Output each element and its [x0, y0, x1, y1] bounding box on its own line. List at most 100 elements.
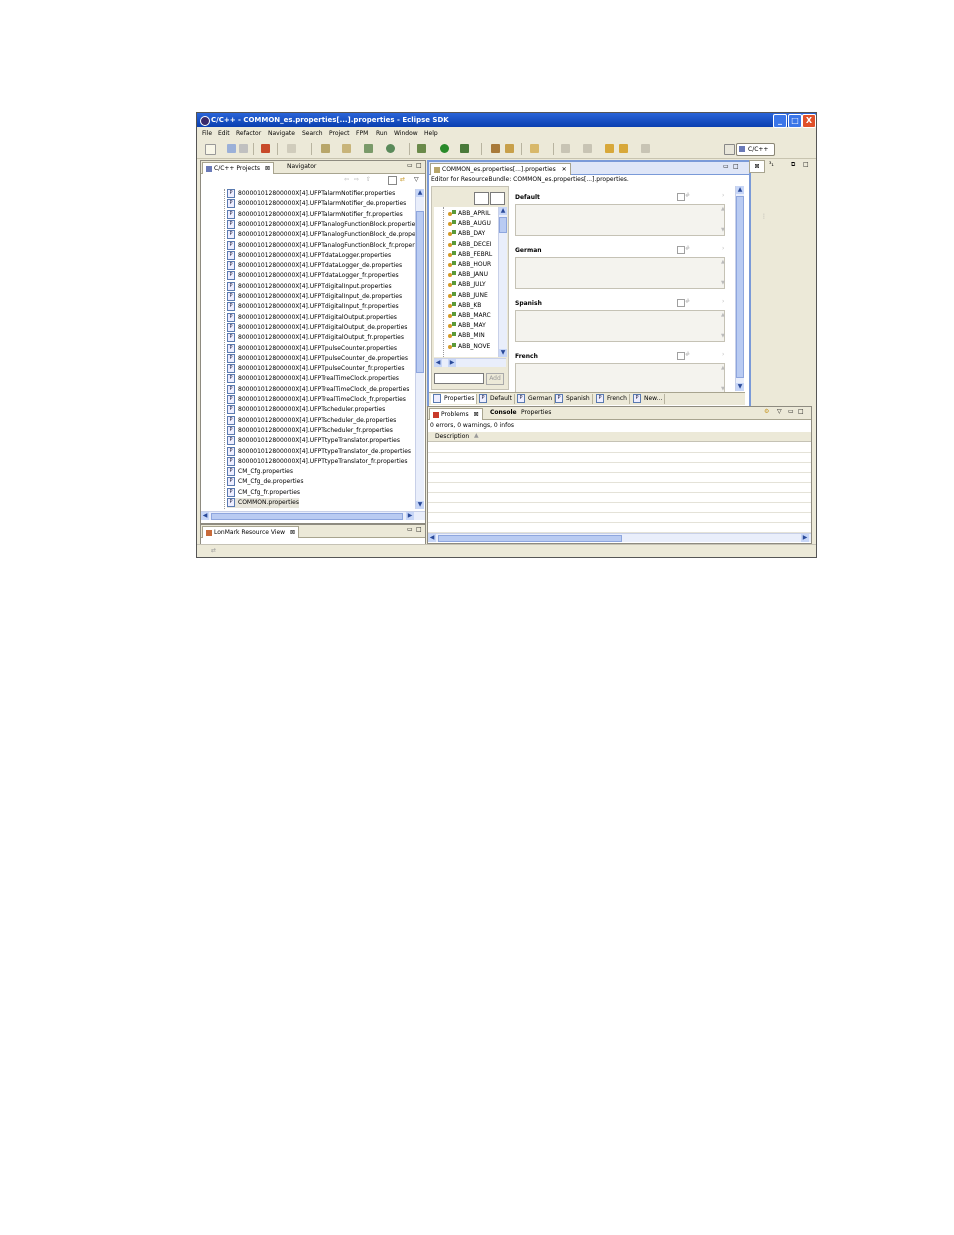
- file-tree-item[interactable]: P 800001012800000X[4].UFPTalarmNotifier.p…: [227, 189, 395, 199]
- file-tree-item[interactable]: P 800001012800000X[4].UFPTscheduler_fr.pr…: [227, 425, 393, 436]
- perspective-switcher[interactable]: C/C++: [736, 143, 775, 156]
- new-class-icon[interactable]: [364, 144, 373, 153]
- file-tree-item[interactable]: P CM_Cfg_fr.properties: [227, 487, 300, 498]
- file-tree-item[interactable]: P 800001012800000X[4].UFPTdataLogger_de.p…: [227, 261, 402, 271]
- new-folder-icon[interactable]: [342, 144, 351, 153]
- key-tree-item[interactable]: ABB_MIN: [448, 331, 485, 341]
- scroll-left-icon[interactable]: ◀: [201, 512, 209, 520]
- h-scroll-thumb[interactable]: [211, 513, 403, 520]
- scroll-up-icon[interactable]: ▲: [499, 207, 507, 215]
- file-tree-item[interactable]: P 800001012800000X[4].UFPTdigitalOutput_f…: [227, 333, 404, 343]
- key-tree-item[interactable]: ABB_DAY: [448, 229, 485, 239]
- key-tree-item[interactable]: ABB_APRIL: [448, 209, 490, 219]
- file-tree-item[interactable]: P 800001012800000X[4].UFPTpulseCounter.pr…: [227, 343, 397, 354]
- sash-handle[interactable]: ⋮: [761, 213, 767, 220]
- menu-search[interactable]: Search: [302, 130, 323, 137]
- scroll-thumb[interactable]: [416, 211, 424, 373]
- new-icon[interactable]: [205, 144, 216, 155]
- file-tree-item[interactable]: P 800001012800000X[4].UFPTscheduler.prope…: [227, 405, 385, 415]
- editor-tab-properties[interactable]: Properties: [431, 394, 478, 404]
- tab-problems[interactable]: Problems ⊠: [429, 408, 483, 420]
- file-tree-item[interactable]: P 800001012800000X[4].UFPTdataLogger_fr.p…: [227, 271, 399, 281]
- file-tree-item[interactable]: P 800001012800000X[4].UFPTalarmNotifier_d…: [227, 199, 406, 209]
- tab-cpp-projects[interactable]: C/C++ Projects ⊠: [202, 162, 274, 174]
- scroll-up-icon[interactable]: ▲: [416, 189, 424, 197]
- editor-tab-default[interactable]: P Default: [477, 394, 515, 404]
- translation-textarea[interactable]: [515, 310, 725, 342]
- close-tab-icon[interactable]: ⊠: [474, 411, 479, 418]
- textarea-scroll-down-icon[interactable]: ▼: [721, 280, 725, 286]
- back-nav-icon[interactable]: ⇦: [344, 176, 349, 183]
- fast-view-icon[interactable]: ⇄: [211, 547, 216, 554]
- next-annotation-icon[interactable]: [583, 144, 592, 153]
- run-icon[interactable]: [440, 144, 449, 153]
- menu-run[interactable]: Run: [376, 130, 388, 137]
- scroll-right-icon[interactable]: ▶: [406, 512, 414, 520]
- minimize-view-icon[interactable]: ▭: [788, 408, 794, 415]
- build-icon[interactable]: [261, 144, 270, 153]
- file-tree-item[interactable]: P 800001012800000X[4].UFPTdigitalOutput.p…: [227, 312, 397, 323]
- editor-tab-spanish[interactable]: P Spanish: [553, 394, 593, 404]
- h-scroll-thumb[interactable]: [438, 535, 622, 542]
- menu-help[interactable]: Help: [424, 130, 438, 137]
- view-menu-icon[interactable]: ▽: [414, 176, 419, 183]
- minimize-button[interactable]: _: [773, 114, 787, 128]
- key-tree-item[interactable]: ABB_NOVE: [448, 342, 490, 352]
- close-tab-icon[interactable]: ⊠: [265, 165, 270, 172]
- maximize-button[interactable]: □: [788, 114, 802, 128]
- menu-project[interactable]: Project: [329, 130, 350, 137]
- maximize-view-icon[interactable]: □: [798, 408, 804, 415]
- file-tree-item[interactable]: P 800001012800000X[4].UFPTtypeTranslator_…: [227, 446, 411, 457]
- editor-tab-new[interactable]: P New...: [631, 394, 666, 404]
- restore-view-icon[interactable]: ⧉: [791, 161, 795, 169]
- goto-key-icon[interactable]: ›: [722, 298, 724, 305]
- key-tree-item[interactable]: ABB_AUGU: [448, 219, 491, 229]
- goto-key-icon[interactable]: ›: [722, 245, 724, 252]
- key-tree-item[interactable]: ABB_JULY: [448, 280, 486, 290]
- editor-vscrollbar[interactable]: ▲ ▼: [735, 186, 744, 391]
- link-editor-icon[interactable]: ⇄: [400, 176, 405, 183]
- outline-tab[interactable]: ⊠: [749, 160, 765, 173]
- search-icon[interactable]: [505, 144, 514, 153]
- menu-window[interactable]: Window: [394, 130, 418, 137]
- key-tree-hscrollbar[interactable]: ◀ ▶: [434, 358, 506, 367]
- close-editor-icon[interactable]: ✕: [562, 166, 567, 173]
- file-tree-item[interactable]: P 800001012800000X[4].UFPTdataLogger.prop…: [227, 250, 391, 261]
- key-tree-item[interactable]: ABB_KB: [448, 301, 481, 311]
- problems-table-row[interactable]: [428, 522, 811, 533]
- key-tree-item[interactable]: ABB_DECEI: [448, 240, 492, 250]
- fuzzy-checkbox[interactable]: [677, 193, 685, 201]
- key-tree-item[interactable]: ABB_MARC: [448, 311, 491, 321]
- file-tree-item[interactable]: P 800001012800000X[4].UFPTtypeTranslator_…: [227, 456, 408, 467]
- maximize-view-icon[interactable]: □: [733, 163, 739, 170]
- description-column-header[interactable]: Description: [435, 433, 469, 440]
- file-tree-item[interactable]: P CM_Cfg.properties: [227, 467, 293, 477]
- file-tree-item[interactable]: P 800001012800000X[4].UFPTdigitalInput.pr…: [227, 281, 392, 292]
- file-tree-item[interactable]: P 800001012800000X[4].UFPTrealTimeClock_f…: [227, 395, 406, 405]
- tab-common-es-properties[interactable]: COMMON_es.properties[...].properties ✕: [430, 163, 571, 175]
- external-tools-icon[interactable]: [460, 144, 469, 153]
- file-tree-vscrollbar[interactable]: ▲ ▼: [415, 189, 424, 509]
- file-tree-item[interactable]: P 800001012800000X[4].UFPTrealTimeClock_d…: [227, 384, 409, 395]
- fuzzy-checkbox[interactable]: [677, 352, 685, 360]
- key-tree-item[interactable]: ABB_JUNE: [448, 291, 488, 301]
- open-file-icon[interactable]: [530, 144, 539, 153]
- file-tree-item[interactable]: P CM_Cfg_de.properties: [227, 477, 304, 487]
- menu-edit[interactable]: Edit: [218, 130, 230, 137]
- close-button[interactable]: X: [802, 114, 816, 128]
- file-tree-item[interactable]: P 800001012800000X[4].UFPTdigitalInput_fr…: [227, 302, 399, 312]
- menu-navigate[interactable]: Navigate: [268, 130, 295, 137]
- scroll-down-icon[interactable]: ▼: [736, 383, 744, 391]
- file-tree-item[interactable]: P 800001012800000X[4].UFPTtypeTranslator.…: [227, 436, 400, 446]
- textarea-scroll-up-icon[interactable]: ▲: [721, 259, 725, 265]
- key-tree-item[interactable]: ABB_MAY: [448, 321, 486, 331]
- goto-key-icon[interactable]: ›: [722, 192, 724, 199]
- new-project-icon[interactable]: [321, 144, 330, 153]
- file-tree-hscrollbar[interactable]: ◀ ▶: [201, 511, 425, 520]
- maximize-view-icon[interactable]: □: [416, 162, 422, 169]
- file-tree-item[interactable]: P 800001012800000X[4].UFPTdigitalOutput_d…: [227, 322, 407, 333]
- menu-file[interactable]: File: [202, 130, 212, 137]
- problems-hscrollbar[interactable]: ◀ ▶: [428, 533, 811, 542]
- maximize-view-icon[interactable]: □: [803, 161, 809, 168]
- file-tree-item[interactable]: P COMMON.properties: [227, 498, 300, 508]
